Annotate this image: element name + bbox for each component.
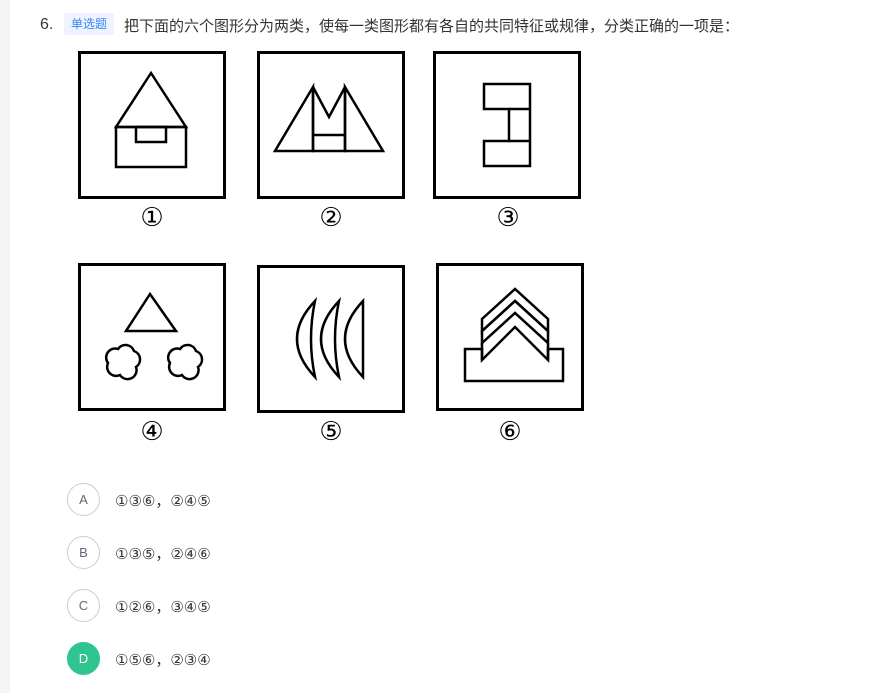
- option-d-text: ①⑤⑥，②③④: [115, 651, 211, 669]
- figure-3: [433, 51, 581, 199]
- bracket-shape-icon: [433, 51, 581, 199]
- question-text: 把下面的六个图形分为两类，使每一类图形都有各自的共同特征或规律，分类正确的一项是…: [124, 17, 740, 35]
- figure-6: [436, 263, 584, 411]
- triangle-clouds-icon: [78, 263, 226, 411]
- figure-2-label: ②: [319, 203, 343, 233]
- figure-5: [257, 265, 405, 413]
- option-a-text: ①③⑥，②④⑤: [115, 492, 211, 510]
- figure-1-label: ①: [140, 203, 164, 233]
- option-c-badge[interactable]: C: [67, 589, 100, 622]
- chevrons-tray-icon: [436, 263, 584, 411]
- option-a-badge[interactable]: A: [67, 483, 100, 516]
- house-icon: [78, 51, 226, 199]
- option-d-badge[interactable]: D: [67, 642, 100, 675]
- figure-2: [257, 51, 405, 199]
- figure-3-label: ③: [496, 203, 520, 233]
- m-shape-icon: [257, 51, 405, 199]
- crescents-icon: [257, 265, 405, 413]
- figure-4-label: ④: [140, 417, 164, 447]
- figure-1: [78, 51, 226, 199]
- figure-5-label: ⑤: [319, 417, 343, 447]
- figure-4: [78, 263, 226, 411]
- option-c-text: ①②⑥，③④⑤: [115, 598, 211, 616]
- option-b-text: ①③⑤，②④⑥: [115, 545, 211, 563]
- question-type-tag: 单选题: [64, 13, 115, 35]
- left-margin-strip: [0, 0, 10, 693]
- question-number: 6.: [40, 16, 54, 33]
- figure-6-label: ⑥: [498, 417, 522, 447]
- option-b-badge[interactable]: B: [67, 536, 100, 569]
